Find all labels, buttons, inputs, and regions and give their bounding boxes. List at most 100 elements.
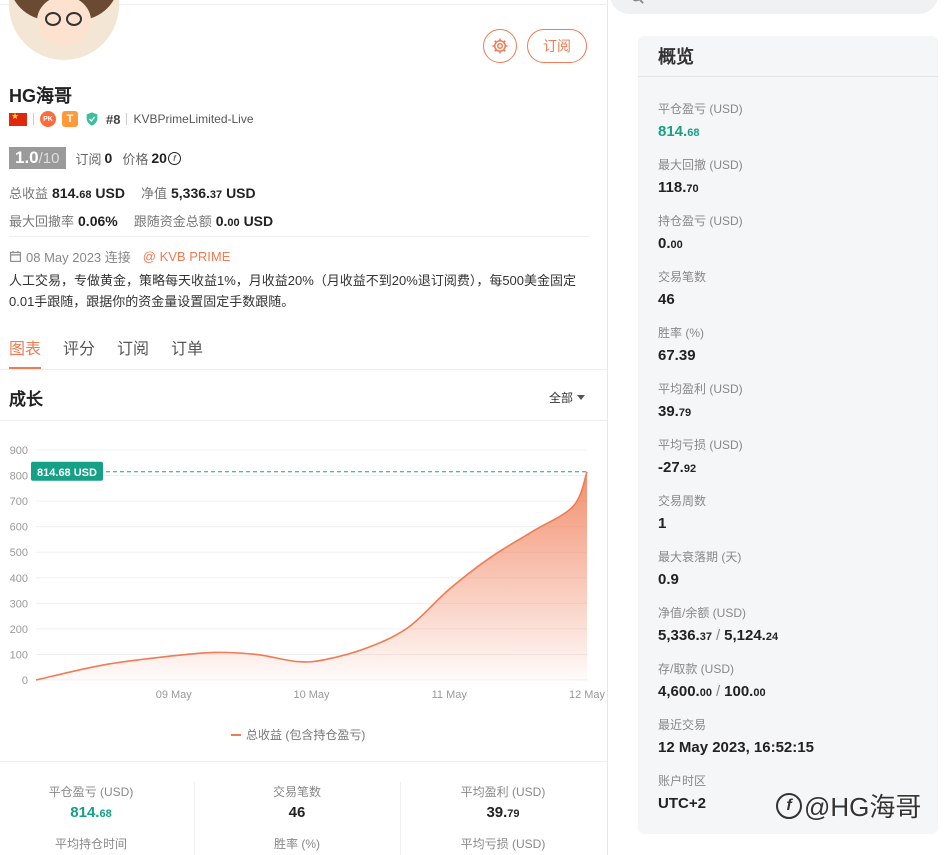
overview-item: 平均亏损 (USD) -27.92 — [658, 436, 743, 476]
overview-item-value: 814.68 — [658, 123, 700, 140]
y-tick-label: 800 — [10, 471, 28, 483]
subscribe-count: 0 — [104, 150, 113, 166]
watermark-text: @HG海哥 — [804, 792, 922, 822]
range-select[interactable]: 全部 — [549, 389, 586, 406]
overview-item: 交易笔数 46 — [658, 268, 706, 308]
overview-item-value: 67.39 — [658, 347, 696, 364]
avatar[interactable] — [9, 0, 119, 60]
connection-info: 08 May 2023 连接 @ KVB PRIME — [9, 247, 230, 266]
tab-orders[interactable]: 订单 — [171, 335, 203, 369]
trader-profile-panel: 订阅 HG海哥 PK T #8 KVBPrimeLimited-Live 1.0… — [0, 0, 608, 855]
profit-equity-line: 总收益 814.68 USD 净值 5,336.37 USD — [9, 185, 256, 201]
overview-item: 平均盈利 (USD) 39.79 — [658, 380, 743, 420]
rating-row: 1.0/10 订阅 0 价格 20 f — [9, 147, 181, 169]
t-badge-icon: T — [62, 111, 78, 127]
x-tick-label: 11 May — [432, 689, 468, 701]
price-value: 20 — [151, 150, 167, 166]
score-badge: 1.0/10 — [9, 147, 66, 169]
search-icon — [632, 0, 644, 4]
pk-fire-icon: PK — [40, 111, 56, 127]
y-tick-label: 100 — [10, 649, 28, 661]
connected-date: 08 May 2023 连接 — [26, 250, 131, 265]
bottom-stat-trade-count: 交易笔数 46 — [272, 785, 321, 821]
y-tick-label: 200 — [10, 624, 28, 636]
overview-item: 最大回撤 (USD) 118.70 — [658, 156, 743, 196]
search-input[interactable] — [610, 0, 938, 14]
overview-item-label: 胜率 (%) — [658, 326, 704, 340]
equity-value: 5,336.37 USD — [170, 185, 256, 201]
y-tick-label: 900 — [10, 445, 28, 457]
chart-legend[interactable]: 总收益 (包含持仓盈亏) — [231, 726, 365, 743]
overview-item-label: 交易周数 — [658, 494, 707, 508]
overview-item-value: 5,336.37/5,124.24 — [658, 627, 779, 644]
overview-item-value: -27.92 — [658, 459, 697, 476]
bottom-stat-avg-hold-time: 平均持仓时间 — [54, 837, 127, 851]
badge-row: PK T #8 KVBPrimeLimited-Live — [9, 110, 254, 128]
tab-chart[interactable]: 图表 — [9, 335, 42, 369]
overview-item-value: 4,600.00/100.00 — [658, 683, 766, 700]
overview-item: 最大衰落期 (天) 0.9 — [658, 548, 741, 588]
rank-label: #8 — [106, 111, 121, 127]
watermark: f @HG海哥 — [776, 787, 921, 824]
gear-icon — [492, 38, 508, 54]
price-label: 价格 — [122, 151, 149, 167]
overview-item: 持仓盈亏 (USD) 0.00 — [658, 212, 743, 252]
overview-item-label: 最大回撤 (USD) — [658, 158, 743, 172]
overview-item: 胜率 (%) 67.39 — [658, 324, 704, 364]
calendar-icon — [10, 250, 21, 262]
overview-item-label: 交易笔数 — [658, 270, 707, 284]
growth-chart: 0 100 200 300 400 500 600 700 800 900 09 May 10 May… — [10, 445, 606, 701]
overview-item: 存/取款 (USD) 4,600.00/100.00 — [658, 660, 766, 700]
chevron-down-icon — [577, 394, 586, 400]
overview-item: 平仓盈亏 (USD) 814.68 — [658, 100, 743, 140]
watermark-logo-icon: f — [776, 792, 802, 819]
tab-rating[interactable]: 评分 — [63, 335, 95, 369]
tab-bar: 图表 评分 订阅 订单 — [9, 335, 203, 369]
bottom-stat-avg-loss: 平均亏损 (USD) — [460, 837, 546, 851]
total-profit-value: 814.68 USD — [52, 185, 125, 201]
y-tick-label: 500 — [10, 547, 28, 559]
y-tick-label: 0 — [22, 675, 28, 687]
overview-item-value: 12 May 2023, 16:52:15 — [658, 739, 814, 756]
overview-item-label: 平均盈利 (USD) — [658, 382, 743, 396]
series-area — [36, 471, 587, 680]
shield-icon — [86, 112, 98, 126]
y-tick-label: 600 — [10, 522, 28, 534]
overview-item-value: 0.9 — [658, 571, 679, 588]
overview-item: 净值/余额 (USD) 5,336.37/5,124.24 — [658, 604, 778, 644]
page: 订阅 HG海哥 PK T #8 KVBPrimeLimited-Live 1.0… — [0, 0, 950, 855]
overview-item-label: 存/取款 (USD) — [658, 662, 734, 676]
drawdown-funds-line: 最大回撤率 0.06% 跟随资金总额 0.00 USD — [9, 213, 274, 229]
current-value-label: 814.68 USD — [37, 467, 97, 479]
overview-item-value: 118.70 — [658, 179, 699, 196]
overview-item-label: 平仓盈亏 (USD) — [658, 102, 743, 116]
y-tick-label: 700 — [10, 496, 28, 508]
subscribe-count-label: 订阅 — [75, 151, 102, 167]
overview-item: 账户时区 UTC+2 — [658, 772, 706, 812]
trader-name: HG海哥 — [9, 86, 72, 106]
overview-item-label: 持仓盈亏 (USD) — [658, 214, 743, 228]
subscribe-button[interactable]: 订阅 — [527, 29, 587, 63]
overview-item-label: 最近交易 — [658, 718, 707, 732]
broker-link[interactable]: @ KVB PRIME — [143, 249, 231, 264]
x-tick-label: 10 May — [293, 689, 330, 701]
tab-subscribe[interactable]: 订阅 — [117, 335, 149, 369]
overview-item-label: 最大衰落期 (天) — [658, 550, 742, 564]
overview-item-value: UTC+2 — [658, 795, 706, 812]
bottom-stat-avg-profit: 平均盈利 (USD) 39.79 — [460, 785, 546, 821]
overview-panel: 概览 平仓盈亏 (USD) 814.68 最大回撤 (USD) 118.70 持仓盈亏 … — [638, 36, 938, 834]
growth-title: 成长 — [9, 390, 43, 409]
overview-item-label: 账户时区 — [658, 774, 707, 788]
max-drawdown-value: 0.06% — [78, 213, 118, 229]
overview-item-label: 平均亏损 (USD) — [658, 438, 743, 452]
overview-item-value: 39.79 — [658, 403, 692, 420]
overview-item-value: 0.00 — [658, 235, 683, 252]
overview-item-label: 净值/余额 (USD) — [658, 606, 746, 620]
x-tick-label: 09 May — [156, 689, 193, 701]
overview-item-value: 46 — [658, 291, 675, 308]
overview-title: 概览 — [658, 47, 694, 67]
server-label: KVBPrimeLimited-Live — [133, 112, 254, 126]
coin-icon: f — [167, 151, 181, 165]
settings-button[interactable] — [483, 29, 517, 63]
strategy-description: 人工交易，专做黄金，策略每天收益1%，月收益20%（月收益不到20%退订阅费），… — [9, 273, 577, 309]
